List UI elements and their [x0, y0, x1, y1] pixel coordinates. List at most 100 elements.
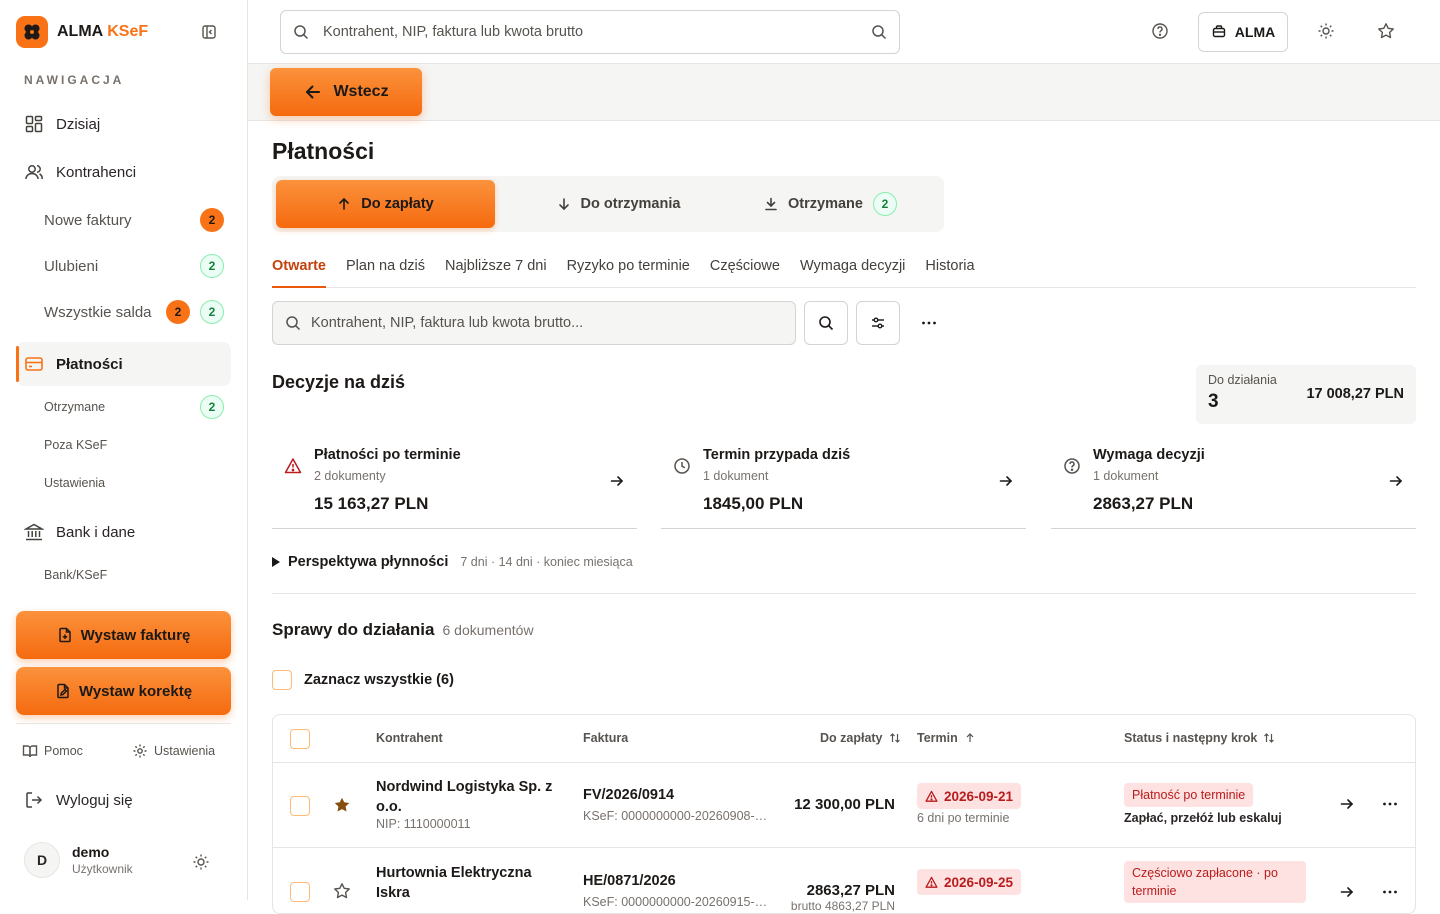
star-outline-icon[interactable]: [333, 882, 351, 900]
due-today-card[interactable]: Termin przypada dziś 1 dokument 1845,00 …: [661, 439, 1026, 529]
search-icon: [293, 24, 309, 40]
sidebar-item-bank[interactable]: Bank i dane: [16, 510, 231, 554]
invoice-number[interactable]: FV/2026/0914: [583, 787, 674, 803]
back-label: Wstecz: [333, 83, 389, 100]
overdue-payments-card[interactable]: Płatności po terminie 2 dokumenty 15 163…: [272, 439, 637, 529]
contractor-name[interactable]: Nordwind Logistyka Sp. z o.o.: [376, 777, 561, 817]
column-due[interactable]: Termin: [917, 731, 976, 745]
global-search-input[interactable]: Kontrahent, NIP, faktura lub kwota brutt…: [280, 10, 900, 54]
table-row[interactable]: Nordwind Logistyka Sp. z o.o. NIP: 11100…: [273, 763, 1415, 848]
sidebar-item-label: Bank i dane: [56, 523, 136, 541]
help-link[interactable]: Pomoc: [22, 743, 83, 759]
tab-overdue-risk[interactable]: Ryzyko po terminie: [567, 247, 690, 288]
sidebar-item-label: Bank/KSeF: [44, 568, 108, 582]
column-contractor: Kontrahent: [376, 731, 443, 745]
select-all[interactable]: Zaznacz wszystkie (6): [272, 670, 454, 690]
liquidity-perspective-toggle[interactable]: Perspektywa płynności 7 dni · 14 dni · k…: [272, 554, 633, 570]
sidebar-item-received[interactable]: Otrzymane 2: [44, 395, 224, 419]
contractor-name[interactable]: Hurtownia Elektryczna Iskra: [376, 863, 561, 903]
arrow-right-icon: [998, 473, 1014, 489]
segment-to-receive[interactable]: Do otrzymania: [509, 180, 728, 228]
help-label: Pomoc: [44, 744, 83, 758]
sidebar-item-today[interactable]: Dzisiaj: [16, 102, 231, 146]
issue-invoice-button[interactable]: Wystaw fakturę: [16, 611, 231, 659]
header-checkbox[interactable]: [290, 729, 310, 749]
tab-history[interactable]: Historia: [925, 247, 974, 288]
more-options-icon[interactable]: [920, 315, 938, 331]
search-button[interactable]: [804, 301, 848, 345]
column-amount[interactable]: Do zapłaty: [820, 731, 901, 745]
column-status[interactable]: Status i następny krok: [1124, 731, 1275, 745]
select-all-checkbox[interactable]: [272, 670, 292, 690]
logout-icon: [24, 790, 44, 810]
card-title: Wymaga decyzji: [1093, 447, 1205, 463]
sidebar-item-payment-settings[interactable]: Ustawienia: [44, 472, 224, 494]
sidebar-item-label: Poza KSeF: [44, 438, 108, 452]
search-placeholder: Kontrahent, NIP, faktura lub kwota brutt…: [323, 24, 584, 40]
back-button[interactable]: Wstecz: [270, 68, 422, 116]
arrow-right-icon[interactable]: [1339, 884, 1355, 900]
table-row[interactable]: Hurtownia Elektryczna Iskra HE/0871/2026…: [273, 849, 1415, 913]
decisions-title: Decyzje na dziś: [272, 372, 406, 392]
count-badge: 2: [200, 208, 224, 232]
row-checkbox[interactable]: [290, 882, 310, 902]
warning-triangle-icon: [925, 790, 938, 803]
sidebar-item-label: Kontrahenci: [56, 163, 137, 181]
search-icon[interactable]: [871, 24, 887, 40]
user-name: demo: [72, 844, 110, 860]
help-circle-icon[interactable]: [1151, 22, 1169, 40]
issue-correction-button[interactable]: Wystaw korektę: [16, 667, 231, 715]
settings-link[interactable]: Ustawienia: [132, 743, 215, 759]
sun-icon[interactable]: [1317, 22, 1335, 40]
card-subtitle: 2 dokumenty: [314, 469, 386, 483]
tab-needs-decision[interactable]: Wymaga decyzji: [800, 247, 905, 288]
table-header: Kontrahent Faktura Do zapłaty Termin Sta…: [273, 715, 1415, 763]
tab-next-7-days[interactable]: Najbliższe 7 dni: [445, 247, 547, 288]
sidebar-item-new-invoices[interactable]: Nowe faktury 2: [44, 207, 224, 233]
ksef-number: KSeF: 0000000000-20260915-000002: [583, 895, 768, 909]
dashboard-icon: [24, 114, 44, 134]
sidebar-item-favourites[interactable]: Ulubieni 2: [44, 253, 224, 279]
amount-gross: brutto 4863,27 PLN: [790, 899, 895, 913]
arrow-up-icon: [337, 197, 351, 211]
star-icon[interactable]: [1377, 22, 1395, 40]
card-value: 1845,00 PLN: [703, 494, 804, 513]
filter-search-input[interactable]: Kontrahent, NIP, faktura lub kwota brutt…: [272, 301, 796, 345]
segment-to-pay[interactable]: Do zapłaty: [276, 180, 495, 228]
sidebar-item-contractors[interactable]: Kontrahenci: [16, 150, 231, 194]
cases-title-text: Sprawy do działania: [272, 620, 435, 639]
arrow-right-icon[interactable]: [1339, 796, 1355, 812]
credit-card-icon: [24, 354, 44, 374]
sidebar-item-label: Ulubieni: [44, 257, 99, 275]
row-checkbox[interactable]: [290, 796, 310, 816]
tab-plan-today[interactable]: Plan na dziś: [346, 247, 425, 288]
count-badge: 2: [166, 300, 190, 324]
tab-partial[interactable]: Częściowe: [710, 247, 780, 288]
sidebar-item-outside-ksef[interactable]: Poza KSeF: [44, 434, 224, 456]
brand[interactable]: ALMA KSeF: [16, 16, 148, 48]
needs-decision-card[interactable]: Wymaga decyzji 1 dokument 2863,27 PLN: [1051, 439, 1416, 529]
segment-label: Do otrzymania: [580, 196, 681, 212]
filters-button[interactable]: [856, 301, 900, 345]
select-all-label: Zaznacz wszystkie (6): [304, 672, 454, 688]
sidebar-collapse-icon[interactable]: [199, 22, 219, 42]
row-menu-icon[interactable]: [1381, 796, 1399, 812]
sidebar-item-bank-ksef[interactable]: Bank/KSeF: [44, 564, 224, 586]
logout-button[interactable]: Wyloguj się: [24, 790, 133, 810]
to-action-amount: 17 008,27 PLN: [1306, 386, 1404, 402]
sidebar-divider: [16, 723, 231, 724]
sidebar-item-payments[interactable]: Płatności: [16, 342, 231, 386]
user-profile[interactable]: D demo Użytkownik: [24, 842, 133, 878]
user-role: Użytkownik: [72, 862, 133, 876]
segment-received[interactable]: Otrzymane 2: [721, 180, 940, 228]
organization-switcher[interactable]: ALMA: [1198, 12, 1288, 52]
ksef-number: KSeF: 0000000000-20260908-000001: [583, 809, 768, 823]
arrow-left-icon: [303, 82, 323, 102]
star-filled-icon[interactable]: [333, 796, 351, 814]
row-menu-icon[interactable]: [1381, 884, 1399, 900]
invoice-number[interactable]: HE/0871/2026: [583, 873, 676, 889]
tab-open[interactable]: Otwarte: [272, 247, 326, 288]
sun-icon[interactable]: [192, 853, 210, 871]
avatar: D: [24, 842, 60, 878]
sidebar-item-all-balances[interactable]: Wszystkie salda 22: [44, 299, 224, 325]
